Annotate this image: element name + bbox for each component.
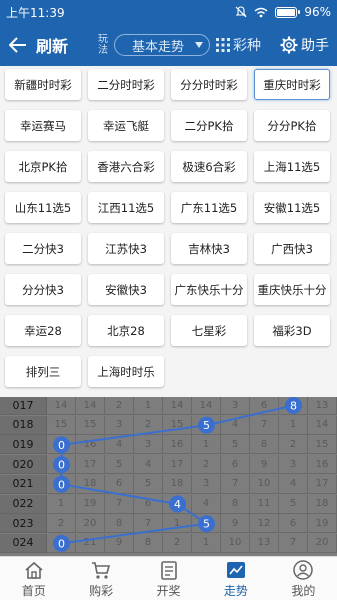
chevron-down-icon [195,42,203,48]
trend-ball: 8 [285,397,302,414]
tab-label: 我的 [291,583,316,598]
status-bar: 上午11:39 96% [0,0,337,24]
lottery-option[interactable]: 重庆时时彩 [254,69,330,100]
lottery-option[interactable]: 分分快3 [5,274,81,305]
trend-icon [226,561,245,578]
user-icon [293,559,314,580]
lottery-option[interactable]: 江西11选5 [88,192,164,223]
lottery-option[interactable]: 广东快乐十分 [171,274,247,305]
lottery-option[interactable]: 二分快3 [5,233,81,264]
helper-button[interactable]: 助手 [280,35,329,55]
trend-line-chart: 8 5 0 0 0 4 5 0 [53,397,302,552]
home-icon [25,561,43,579]
lottery-option[interactable]: 上海时时乐 [88,356,164,387]
tab-label: 开奖 [156,583,181,598]
tab-label: 首页 [21,583,46,598]
trend-ball: 0 [53,475,70,493]
battery-percent: 96% [304,5,331,19]
lottery-option[interactable]: 安徽快3 [88,274,164,305]
trend-ball: 4 [169,495,186,513]
tab-home[interactable]: 首页 [0,557,67,600]
lottery-option[interactable]: 分分PK拾 [254,110,330,141]
draw-icon [160,560,177,580]
trend-ball: 0 [53,534,70,552]
trend-ball: 0 [53,456,70,474]
trend-ball: 5 [198,515,215,533]
trend-ball: 0 [53,436,70,454]
trend-ball-value: 8 [290,400,297,413]
mute-icon [235,6,247,18]
lottery-option[interactable]: 二分PK拾 [171,110,247,141]
tab-draw[interactable]: 开奖 [135,557,202,600]
lottery-option[interactable]: 分分时时彩 [171,69,247,100]
helper-label: 助手 [301,38,329,54]
lottery-option[interactable]: 广东11选5 [171,192,247,223]
lottery-option[interactable]: 北京28 [88,315,164,346]
lottery-option[interactable]: 香港六合彩 [88,151,164,182]
lottery-option[interactable]: 极速6合彩 [171,151,247,182]
lottery-option[interactable]: 二分时时彩 [88,69,164,100]
play-type-select[interactable]: 基本走势 [114,34,210,56]
play-label: 玩 法 [98,34,108,56]
lottery-option[interactable]: 排列三 [5,356,81,387]
lottery-option[interactable]: 安徽11选5 [254,192,330,223]
lottery-option[interactable]: 重庆快乐十分 [254,274,330,305]
trend-ball-value: 4 [174,498,181,511]
trend-ball-value: 5 [203,518,210,531]
tab-label: 购彩 [89,583,114,598]
refresh-button[interactable]: 刷新 [36,33,96,57]
lottery-option[interactable]: 幸运赛马 [5,110,81,141]
grid-icon [216,38,230,52]
lottery-type-button[interactable]: 彩种 [216,35,261,55]
lottery-option[interactable]: 幸运飞艇 [88,110,164,141]
nav-bar: 刷新 玩 法 基本走势 彩种 助手 [0,24,337,66]
trend-ball-value: 0 [58,478,65,491]
tab-cart[interactable]: 购彩 [67,557,134,600]
cart-icon [92,561,111,579]
gear-icon [280,36,298,54]
wifi-icon [254,7,268,17]
trend-ball-value: 0 [58,459,65,472]
back-arrow-icon [9,37,26,53]
lottery-option[interactable]: 广西快3 [254,233,330,264]
trend-line [60,404,294,545]
lottery-option[interactable]: 幸运28 [5,315,81,346]
lottery-type-label: 彩种 [233,38,261,54]
tab-label: 走势 [223,583,248,598]
trend-ball-value: 5 [203,419,210,432]
trend-ball-value: 0 [58,537,65,550]
lottery-option[interactable]: 上海11选5 [254,151,330,182]
lottery-option[interactable]: 北京PK拾 [5,151,81,182]
tab-trend[interactable]: 走势 [202,557,269,600]
play-type-value: 基本走势 [131,39,184,55]
lottery-option[interactable]: 吉林快3 [171,233,247,264]
tab-user[interactable]: 我的 [270,557,337,600]
lottery-option[interactable]: 山东11选5 [5,192,81,223]
battery-icon [275,6,301,18]
lottery-option[interactable]: 江苏快3 [88,233,164,264]
trend-ball-value: 0 [58,439,65,452]
trend-ball: 5 [198,416,215,434]
lottery-option[interactable]: 七星彩 [171,315,247,346]
bottom-tab-bar: 首页 购彩 开奖 走势 我的 [0,556,337,600]
back-button[interactable] [0,24,36,66]
lottery-option[interactable]: 新疆时时彩 [5,69,81,100]
status-time: 上午11:39 [6,5,65,20]
lottery-selector-panel: 新疆时时彩 二分时时彩 分分时时彩 重庆时时彩幸运赛马 幸运飞艇 二分PK拾 分分PK拾北京… [0,66,337,397]
trend-table: 017 14 14 2 1 14 14 3 6 13 018 15 15 3 2 15 4 7 1 14 019 16 4 3… [0,397,337,556]
lottery-option[interactable]: 福彩3D [254,315,330,346]
